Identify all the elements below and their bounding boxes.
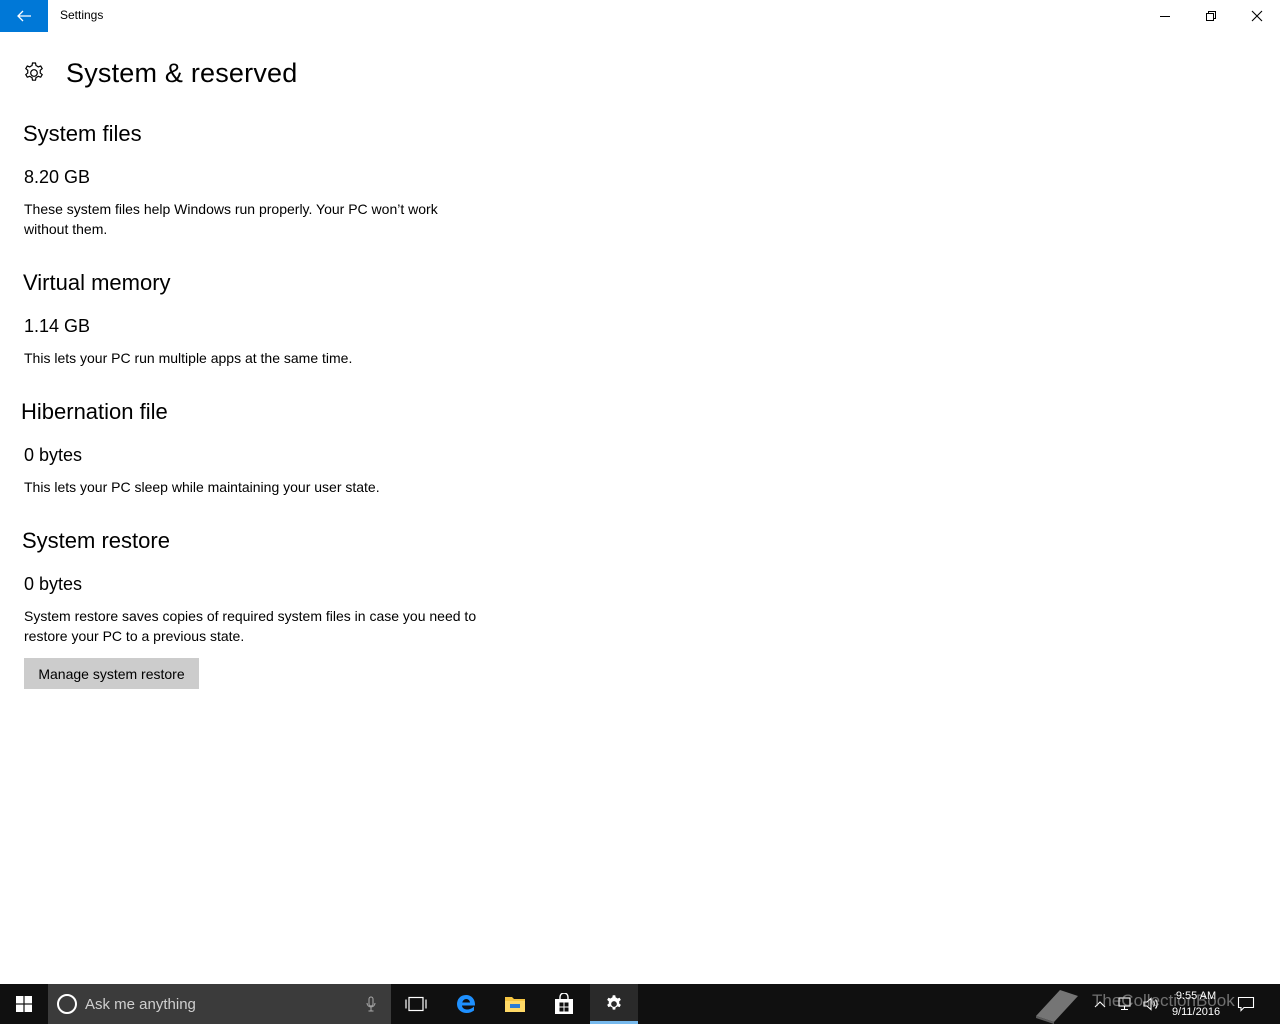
start-button[interactable] — [0, 984, 48, 1024]
close-button[interactable] — [1234, 0, 1280, 32]
file-explorer-button[interactable] — [491, 984, 539, 1024]
section-heading: System files — [23, 121, 142, 146]
section-description: This lets your PC run multiple apps at t… — [24, 350, 353, 366]
size-value: 8.20 GB — [24, 167, 91, 187]
close-icon — [1251, 10, 1263, 22]
edge-icon — [457, 995, 476, 1013]
window-title: Settings — [60, 8, 104, 22]
size-value: 0 bytes — [24, 445, 83, 465]
clock-time: 9:55 AM — [1175, 990, 1217, 1002]
system-restore-section: System restore 0 bytes System restore sa… — [22, 528, 483, 646]
gear-icon — [607, 995, 621, 1010]
search-input[interactable]: Ask me anything — [48, 984, 391, 1024]
book-logo-icon — [1036, 990, 1078, 1024]
store-bag-icon — [555, 993, 573, 1014]
size-value: 0 bytes — [24, 574, 83, 594]
title-bar: Settings — [0, 0, 1280, 32]
size-value: 1.14 GB — [24, 316, 91, 336]
minimize-button[interactable] — [1142, 0, 1188, 32]
section-description: These system files help Windows run prop… — [24, 201, 438, 237]
gear-icon — [25, 62, 43, 81]
microphone-icon[interactable] — [366, 996, 376, 1012]
hibernation-file-section: Hibernation file 0 bytes This lets your … — [21, 399, 482, 497]
page-header: System & reserved — [22, 55, 297, 91]
restore-icon — [1206, 11, 1216, 21]
section-heading: Hibernation file — [21, 399, 168, 424]
folder-icon — [505, 997, 525, 1012]
task-view-button[interactable] — [392, 984, 440, 1024]
manage-system-restore-button[interactable]: Manage system restore — [24, 658, 199, 689]
clock-date: 9/11/2016 — [1171, 1006, 1221, 1018]
section-description: This lets your PC sleep while maintainin… — [24, 479, 380, 495]
section-heading: Virtual memory — [23, 270, 171, 295]
windows-logo-icon — [16, 996, 32, 1012]
page-title: System & reserved — [66, 57, 298, 88]
task-view-icon — [405, 996, 427, 1012]
store-button[interactable] — [540, 984, 588, 1024]
virtual-memory-section: Virtual memory 1.14 GB This lets your PC… — [23, 270, 484, 368]
edge-button[interactable] — [442, 984, 490, 1024]
settings-taskbar-button[interactable] — [590, 984, 638, 1024]
minimize-icon — [1160, 16, 1170, 17]
cortana-icon — [57, 994, 77, 1014]
section-heading: System restore — [22, 528, 170, 553]
back-button[interactable] — [0, 0, 48, 32]
restore-button[interactable] — [1188, 0, 1234, 32]
watermark: TheCollectionBook — [1030, 986, 1270, 1024]
search-placeholder: Ask me anything — [85, 995, 196, 1013]
clock[interactable]: 9:55 AM 9/11/2016 — [1160, 988, 1232, 1020]
section-description: System restore saves copies of required … — [24, 608, 477, 644]
arrow-left-icon — [17, 10, 31, 22]
system-files-section: System files 8.20 GB These system files … — [23, 121, 484, 239]
